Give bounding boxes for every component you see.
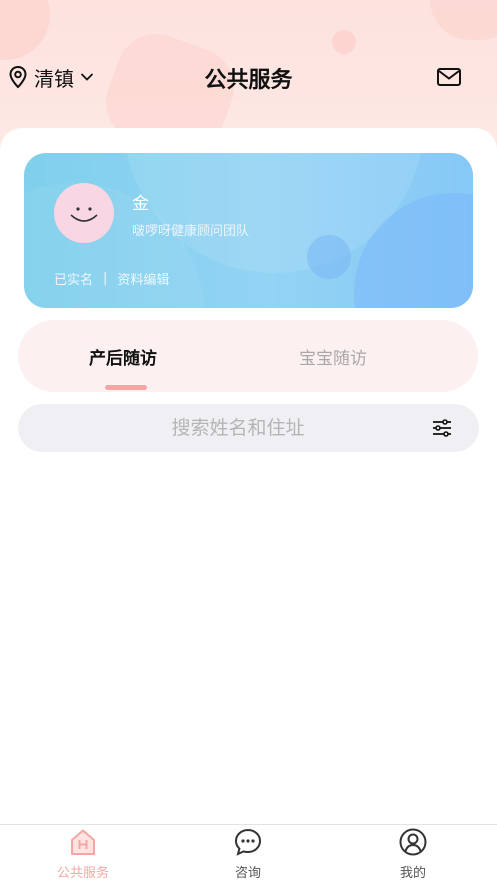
nav-label: 咨询: [234, 866, 261, 881]
nav-mine[interactable]: 我的: [373, 827, 453, 881]
profile-card[interactable]: 金 啵啰呀健康顾问团队 已实名 | 资料编辑: [24, 153, 473, 308]
home-icon: [71, 829, 95, 855]
smiley-face-icon: [70, 207, 98, 222]
tab-postpartum-followup[interactable]: 产后随访: [89, 344, 157, 369]
team-name: 啵啰呀健康顾问团队: [132, 224, 250, 239]
nav-public-service[interactable]: 公共服务: [43, 827, 123, 881]
nav-label: 我的: [399, 866, 426, 881]
mail-icon[interactable]: [436, 66, 462, 88]
chat-icon: [234, 828, 262, 856]
tab-baby-followup[interactable]: 宝宝随访: [299, 344, 367, 369]
search-input[interactable]: [78, 404, 398, 452]
verified-status: 已实名: [54, 273, 94, 288]
bottom-navigation: 公共服务 咨询 我的: [0, 824, 497, 883]
top-header: 清镇 公共服务: [0, 52, 497, 100]
active-tab-indicator: [105, 385, 147, 390]
user-icon: [399, 828, 427, 856]
user-name: 金: [132, 194, 149, 214]
search-bar: [18, 404, 479, 452]
nav-label: 公共服务: [56, 866, 109, 881]
separator: |: [103, 271, 108, 286]
avatar[interactable]: [54, 183, 114, 243]
card-footer: 已实名 | 资料编辑: [54, 269, 169, 288]
filter-icon[interactable]: [432, 419, 452, 437]
page-title: 公共服务: [204, 68, 293, 93]
edit-profile-link[interactable]: 资料编辑: [117, 269, 169, 288]
nav-consult[interactable]: 咨询: [208, 827, 288, 881]
tab-bar: 产后随访 宝宝随访: [18, 320, 478, 392]
